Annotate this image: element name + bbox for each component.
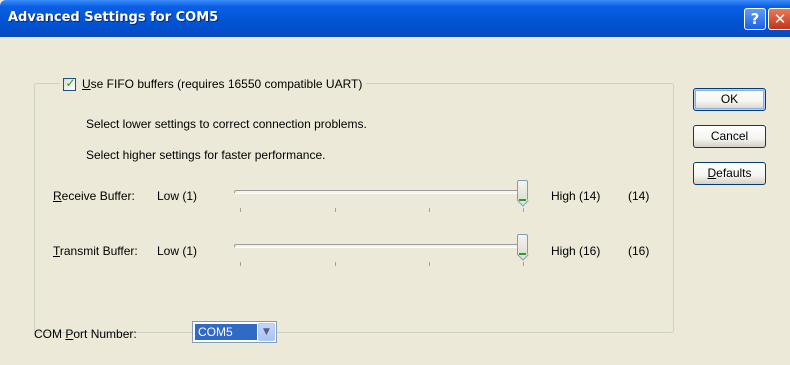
check-icon: ✓ <box>65 75 76 90</box>
receive-tick <box>335 208 336 212</box>
com-port-select[interactable]: COM5 ▼ <box>192 321 277 343</box>
receive-high-label: High (14) <box>551 189 601 203</box>
receive-tick <box>429 208 430 212</box>
ok-button[interactable]: OK <box>693 88 766 111</box>
receive-low-label: Low (1) <box>157 189 198 203</box>
help-icon: ? <box>750 10 760 28</box>
close-button[interactable]: ✕ <box>768 8 790 30</box>
receive-tick <box>240 208 241 212</box>
transmit-slider-track[interactable] <box>234 244 524 248</box>
defaults-button[interactable]: Defaults <box>693 162 766 185</box>
info-line-higher: Select higher settings for faster perfor… <box>86 148 326 162</box>
close-icon: ✕ <box>773 10 787 28</box>
help-button[interactable]: ? <box>744 8 766 30</box>
transmit-tick <box>240 262 241 266</box>
info-line-lower: Select lower settings to correct connect… <box>86 117 367 131</box>
chevron-down-icon[interactable]: ▼ <box>258 323 275 341</box>
receive-value: (14) <box>628 189 650 203</box>
transmit-tick <box>523 262 524 266</box>
receive-buffer-label: Receive Buffer: <box>53 189 135 203</box>
transmit-high-label: High (16) <box>551 244 601 258</box>
fifo-checkbox-row[interactable]: ✓ Use FIFO buffers (requires 16550 compa… <box>60 75 367 92</box>
title-bar[interactable]: Advanced Settings for COM5 ? ✕ <box>0 0 790 37</box>
transmit-buffer-label: Transmit Buffer: <box>53 244 138 258</box>
receive-slider-thumb[interactable] <box>517 180 528 201</box>
transmit-tick <box>429 262 430 266</box>
transmit-low-label: Low (1) <box>157 244 198 258</box>
receive-tick <box>523 208 524 212</box>
com-port-selected-value: COM5 <box>195 324 257 340</box>
cancel-button[interactable]: Cancel <box>693 125 766 148</box>
transmit-tick <box>335 262 336 266</box>
receive-slider-track[interactable] <box>234 190 524 194</box>
fifo-checkbox[interactable]: ✓ <box>63 75 76 91</box>
transmit-value: (16) <box>628 244 650 258</box>
transmit-slider-thumb[interactable] <box>517 234 528 255</box>
com-port-label: COM Port Number: <box>34 327 137 341</box>
fifo-checkbox-label: Use FIFO buffers (requires 16550 compati… <box>82 77 363 91</box>
window-title: Advanced Settings for COM5 <box>8 10 219 25</box>
